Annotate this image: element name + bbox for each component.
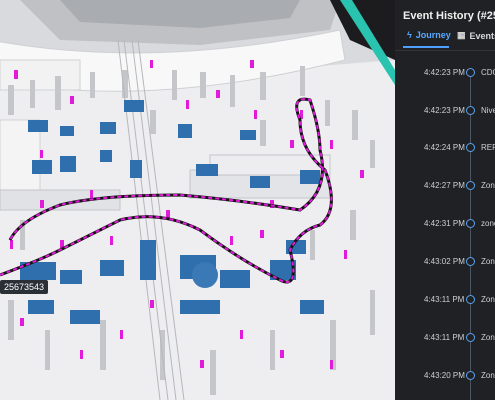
event-text: zone xyxy=(481,219,495,228)
timeline-dot-icon xyxy=(466,68,475,77)
timeline-dot-icon xyxy=(466,295,475,304)
tab-divider xyxy=(395,50,495,51)
event-time: 4:43:11 PM xyxy=(424,333,465,342)
timeline-dot-icon xyxy=(466,219,475,228)
timeline-event[interactable]: 4:42:24 PM RER xyxy=(395,141,495,161)
table-icon: ▦ xyxy=(457,30,466,40)
event-text: Zone xyxy=(481,181,495,190)
event-time: 4:42:24 PM xyxy=(424,143,465,152)
event-time: 4:43:20 PM xyxy=(424,371,465,380)
event-text: Zone xyxy=(481,371,495,380)
timeline-event[interactable]: 4:43:11 PM Zone xyxy=(395,293,495,313)
map-viewport[interactable]: 25673543 xyxy=(0,0,395,400)
timeline-event[interactable]: 4:42:23 PM Nive xyxy=(395,104,495,124)
event-text: RER xyxy=(481,143,495,152)
timeline-dot-icon xyxy=(466,181,475,190)
timeline-event[interactable]: 4:43:11 PM Zone xyxy=(395,331,495,351)
event-time: 4:43:02 PM xyxy=(424,257,465,266)
timeline-event[interactable]: 4:43:20 PM Zone xyxy=(395,369,495,389)
tab-journey-label: Journey xyxy=(415,30,451,40)
lightning-icon: ϟ xyxy=(407,30,412,40)
event-text: Zone xyxy=(481,295,495,304)
panel-title: Event History (#25673 xyxy=(403,10,495,22)
timeline-dot-icon xyxy=(466,106,475,115)
timeline-dot-icon xyxy=(466,143,475,152)
timeline-event[interactable]: 4:42:23 PM CDG xyxy=(395,66,495,86)
event-text: Zone xyxy=(481,333,495,342)
tab-bar: ϟ Journey ▦ Events xyxy=(395,26,495,52)
vehicle-id-label[interactable]: 25673543 xyxy=(0,280,49,294)
active-tab-indicator xyxy=(403,46,449,48)
event-text: Nive xyxy=(481,106,495,115)
timeline-dot-icon xyxy=(466,257,475,266)
event-time: 4:42:23 PM xyxy=(424,68,465,77)
tab-journey[interactable]: ϟ Journey xyxy=(407,30,451,40)
event-time: 4:42:31 PM xyxy=(424,219,465,228)
tab-events[interactable]: ▦ Events xyxy=(457,30,495,41)
timeline-event[interactable]: 4:43:02 PM Zone xyxy=(395,255,495,275)
timeline-dot-icon xyxy=(466,371,475,380)
timeline-event[interactable]: 4:42:31 PM zone xyxy=(395,217,495,237)
map-3d-scene xyxy=(0,0,395,400)
timeline-dot-icon xyxy=(466,333,475,342)
event-time: 4:42:27 PM xyxy=(424,181,465,190)
event-text: CDG xyxy=(481,68,495,77)
tab-events-label: Events xyxy=(469,30,495,41)
timeline-event[interactable]: 4:42:27 PM Zone xyxy=(395,179,495,199)
event-time: 4:43:11 PM xyxy=(424,295,465,304)
event-history-panel: Event History (#25673 ϟ Journey ▦ Events… xyxy=(395,0,495,400)
event-time: 4:42:23 PM xyxy=(424,106,465,115)
event-text: Zone xyxy=(481,257,495,266)
